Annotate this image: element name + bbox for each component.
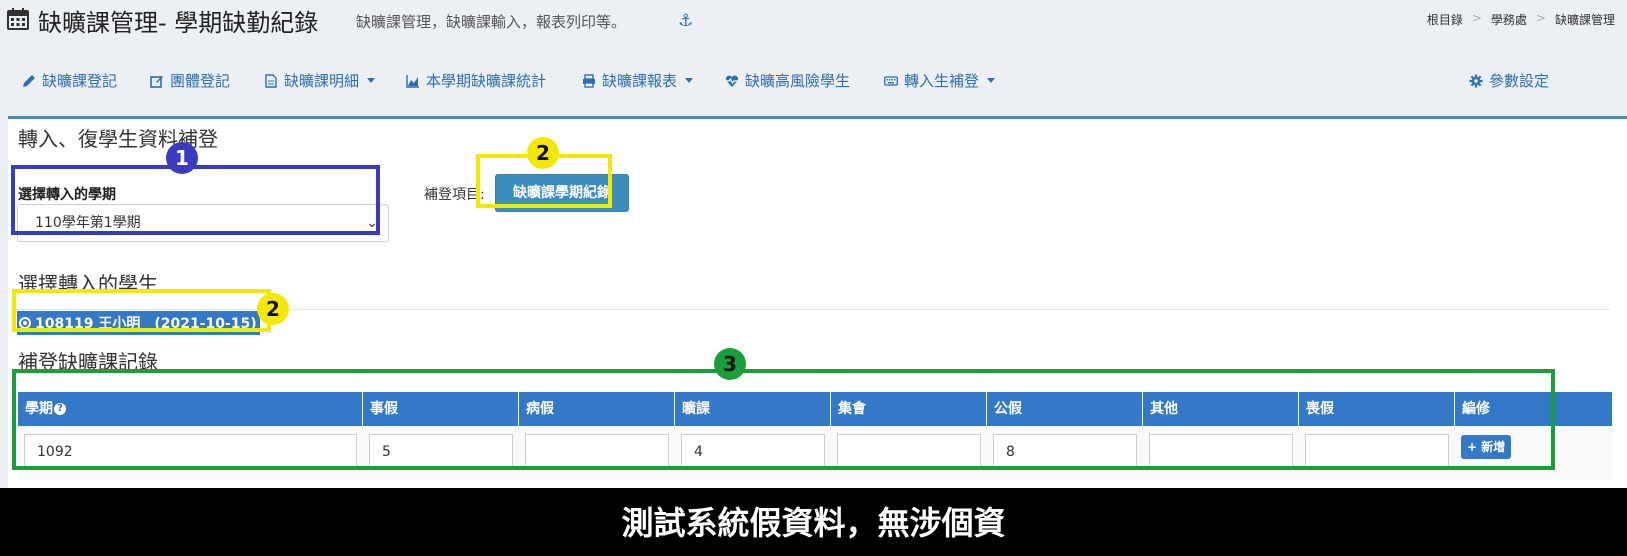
breadcrumb-separator: > [1535, 11, 1546, 25]
annotation-box-1 [11, 165, 380, 235]
anchor-icon[interactable]: ⚓ [678, 11, 693, 31]
annotation-box-3 [12, 369, 1555, 470]
breadcrumb-item: 缺曠課管理 [1554, 13, 1615, 27]
page-title: 缺曠課管理- 學期缺勤紀錄 [38, 9, 319, 37]
heartbeat-icon [725, 75, 739, 87]
nav-item-reports[interactable]: 缺曠課報表 [582, 70, 694, 91]
nav-item-label: 本學期缺曠課統計 [426, 72, 547, 90]
breadcrumb-item[interactable]: 學務處 [1491, 11, 1527, 28]
nav-item-absence-entry[interactable]: 缺曠課登記 [22, 70, 117, 91]
nav-item-label: 缺曠課報表 [602, 72, 678, 90]
area-chart-icon [406, 74, 419, 88]
chevron-down-icon [987, 78, 996, 83]
annotation-marker-2b: 2 [257, 293, 289, 325]
nav-item-label: 參數設定 [1489, 72, 1550, 90]
keyboard-icon [884, 75, 898, 86]
annotation-box-2b [12, 289, 271, 332]
nav-item-high-risk-students[interactable]: 缺曠高風險學生 [725, 70, 850, 91]
nav-item-group-entry[interactable]: 團體登記 [150, 70, 230, 91]
file-icon [265, 73, 277, 88]
nav-item-settings[interactable]: 參數設定 [1469, 70, 1549, 91]
caption-text: 測試系統假資料，無涉個資 [621, 504, 1006, 542]
annotation-marker-2a: 2 [527, 137, 559, 169]
page-subtitle: 缺曠課管理，缺曠課輸入，報表列印等。 [356, 13, 627, 31]
nav-item-semester-stats[interactable]: 本學期缺曠課統計 [406, 70, 546, 91]
calendar-icon [7, 8, 29, 30]
chevron-down-icon [685, 78, 694, 83]
print-icon [583, 73, 595, 88]
page-header: 缺曠課管理- 學期缺勤紀錄 缺曠課管理，缺曠課輸入，報表列印等。 ⚓ 根目錄 >… [0, 0, 1627, 44]
gear-icon [1469, 74, 1483, 87]
annotation-marker-1: 1 [166, 142, 198, 174]
pencil-icon [23, 74, 35, 87]
nav-item-label: 團體登記 [170, 72, 231, 90]
main-nav: 缺曠課登記 團體登記 缺曠課明細 本學期缺曠課統計 缺曠課報表 缺曠高風險學生 … [0, 60, 1627, 102]
chevron-down-icon [367, 78, 376, 83]
nav-item-absence-detail[interactable]: 缺曠課明細 [264, 70, 376, 91]
breadcrumb-separator: > [1471, 11, 1482, 25]
nav-item-transfer-makeup[interactable]: 轉入生補登 [884, 70, 996, 91]
caption-bar: 測試系統假資料，無涉個資 [0, 488, 1627, 556]
breadcrumb: 根目錄 > 學務處 > 缺曠課管理 [1427, 11, 1615, 28]
breadcrumb-item[interactable]: 根目錄 [1427, 11, 1463, 28]
nav-item-label: 缺曠高風險學生 [745, 72, 851, 90]
nav-item-label: 缺曠課登記 [42, 72, 118, 90]
nav-item-label: 缺曠課明細 [284, 72, 360, 90]
annotation-marker-3: 3 [714, 348, 746, 380]
edit-icon [150, 75, 163, 88]
nav-item-label: 轉入生補登 [904, 72, 980, 90]
